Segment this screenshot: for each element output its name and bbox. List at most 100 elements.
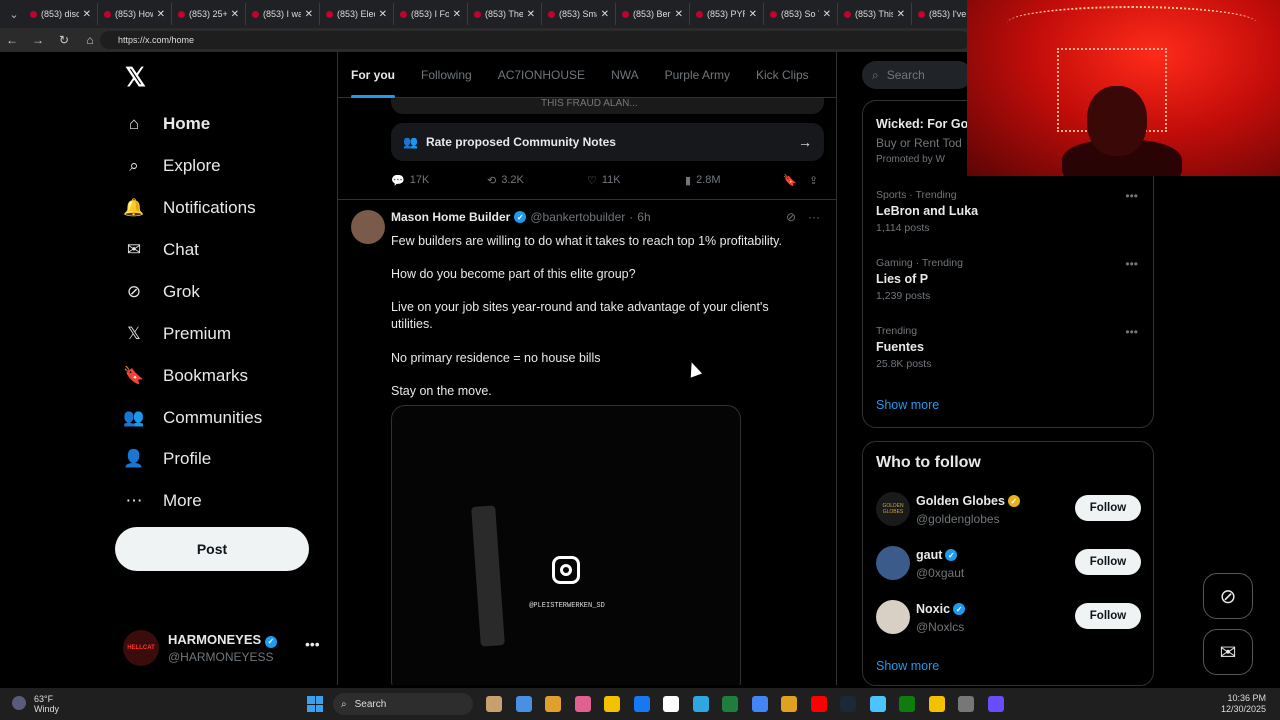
more-dots-icon[interactable]: ··· xyxy=(808,210,820,224)
grok-float-button[interactable]: ⊘ xyxy=(1203,573,1253,619)
browser-tab[interactable]: (853) disc ✕ xyxy=(24,3,98,25)
calculator-icon[interactable] xyxy=(722,696,738,712)
close-icon[interactable]: ✕ xyxy=(749,9,757,20)
bookmark-button[interactable]: 🔖 xyxy=(783,174,797,187)
x-logo[interactable]: 𝕏 xyxy=(125,62,146,93)
facebook-icon[interactable] xyxy=(633,696,650,712)
tweet-time[interactable]: 6h xyxy=(637,210,650,224)
taskbar-search[interactable]: ⌕ Search xyxy=(333,693,473,715)
youtube-icon[interactable] xyxy=(810,696,827,712)
steam-icon[interactable] xyxy=(840,696,856,712)
amazon-icon[interactable] xyxy=(663,696,679,712)
browser-tab[interactable]: (853) Elec ✕ xyxy=(320,3,394,25)
close-icon[interactable]: ✕ xyxy=(83,9,91,20)
windows-start-icon[interactable] xyxy=(307,696,323,712)
trend-item[interactable]: Trending Fuentes 25.8K posts ••• xyxy=(876,325,1146,370)
reload-icon[interactable]: ↻ xyxy=(58,33,70,47)
nav-item-more[interactable]: ⋯ More xyxy=(123,490,202,512)
nav-item-notifications[interactable]: 🔔 Notifications xyxy=(123,197,255,219)
obs-icon[interactable] xyxy=(987,696,1004,712)
reply-button[interactable]: 💬 17K xyxy=(391,174,429,187)
nav-item-bookmarks[interactable]: 🔖 Bookmarks xyxy=(123,365,248,387)
back-icon[interactable]: ← xyxy=(6,33,18,47)
nav-item-communities[interactable]: 👥 Communities xyxy=(123,407,262,429)
nav-item-grok[interactable]: ⊘ Grok xyxy=(123,281,200,303)
tab-nwa[interactable]: NWA xyxy=(598,52,652,98)
browser-tab[interactable]: (853) Sma ✕ xyxy=(542,3,616,25)
close-icon[interactable]: ✕ xyxy=(305,9,313,20)
suggested-account[interactable]: Noxic ✓ @Noxlcs Follow xyxy=(876,600,1146,636)
more-dots-icon[interactable]: ••• xyxy=(1125,325,1138,339)
follow-button[interactable]: Follow xyxy=(1075,549,1141,575)
community-notes-banner[interactable]: 👥 Rate proposed Community Notes → xyxy=(391,123,824,161)
close-icon[interactable]: ✕ xyxy=(675,9,683,20)
forward-icon[interactable]: → xyxy=(32,33,44,47)
show-more-link[interactable]: Show more xyxy=(876,659,939,673)
close-icon[interactable]: ✕ xyxy=(157,9,165,20)
trend-item[interactable]: Sports · Trending LeBron and Luka 1,114 po… xyxy=(876,189,1146,234)
post-button[interactable]: Post xyxy=(115,527,309,571)
tab-following[interactable]: Following xyxy=(408,52,485,98)
show-more-link[interactable]: Show more xyxy=(876,398,939,412)
avatar[interactable] xyxy=(876,546,910,580)
chrome-icon[interactable] xyxy=(751,696,768,712)
browser-tab[interactable]: (853) So Y ✕ xyxy=(764,3,838,25)
more-dots-icon[interactable]: ••• xyxy=(305,636,320,652)
more-dots-icon[interactable]: ••• xyxy=(1125,257,1138,271)
close-icon[interactable]: ✕ xyxy=(379,9,387,20)
tab-kick-clips[interactable]: Kick Clips xyxy=(743,52,822,98)
browser-tab[interactable]: (853) 25+ ✕ xyxy=(172,3,246,25)
xbox-icon[interactable] xyxy=(899,696,915,712)
suggested-account[interactable]: GOLDEN GLOBES Golden Globes ✓ @goldenglobes… xyxy=(876,492,1146,528)
system-clock[interactable]: 10:36 PM 12/30/2025 xyxy=(1220,693,1266,715)
messages-float-button[interactable]: ✉ xyxy=(1203,629,1253,675)
copilot-icon[interactable] xyxy=(515,696,532,712)
nav-item-profile[interactable]: 👤 Profile xyxy=(123,448,211,470)
close-icon[interactable]: ✕ xyxy=(601,9,609,20)
like-button[interactable]: ♡ 11K xyxy=(587,174,621,187)
app-icon[interactable] xyxy=(958,696,974,712)
tweet-video[interactable]: @PLEISTERWERKEN_SD xyxy=(391,405,741,685)
tab-purple-army[interactable]: Purple Army xyxy=(652,52,743,98)
mail-app-icon[interactable] xyxy=(604,696,620,712)
browser-tab[interactable]: (853) How ✕ xyxy=(98,3,172,25)
browser-tab[interactable]: (853) Bern ✕ xyxy=(616,3,690,25)
follow-button[interactable]: Follow xyxy=(1075,603,1141,629)
browser-tab[interactable]: (853) The ✕ xyxy=(468,3,542,25)
close-icon[interactable]: ✕ xyxy=(453,9,461,20)
close-icon[interactable]: ✕ xyxy=(231,9,239,20)
tab-ac7ionhouse[interactable]: AC7IONHOUSE xyxy=(485,52,598,98)
url-field[interactable]: https://x.com/home xyxy=(100,31,970,49)
previous-video-controls[interactable]: THIS FRAUD ALAN... xyxy=(391,98,824,114)
follow-button[interactable]: Follow xyxy=(1075,495,1141,521)
tweet-avatar[interactable] xyxy=(351,210,385,244)
browser-tab[interactable]: (853) This ✕ xyxy=(838,3,912,25)
close-icon[interactable]: ✕ xyxy=(823,9,831,20)
app-icon[interactable] xyxy=(781,696,797,712)
browser-tab[interactable]: (853) PYR ✕ xyxy=(690,3,764,25)
views-button[interactable]: ▮ 2.8M xyxy=(685,174,721,187)
suggested-account[interactable]: gaut ✓ @0xgaut Follow xyxy=(876,546,1146,582)
close-icon[interactable]: ✕ xyxy=(527,9,535,20)
more-dots-icon[interactable]: ••• xyxy=(1125,189,1138,203)
nav-item-home[interactable]: ⌂ Home xyxy=(123,113,210,135)
repost-button[interactable]: ⟲ 3.2K xyxy=(487,174,524,187)
home-page-icon[interactable]: ⌂ xyxy=(84,33,96,47)
trend-item[interactable]: Gaming · Trending Lies of P 1,239 posts ••• xyxy=(876,257,1146,302)
grok-icon[interactable]: ⊘ xyxy=(786,210,796,224)
app-icon[interactable] xyxy=(869,696,886,712)
tab-for-you[interactable]: For you xyxy=(338,52,408,98)
tab-list-dropdown[interactable]: ⌄ xyxy=(4,4,24,24)
account-switcher[interactable]: HELLCAT HARMONEYES ✓ @HARMONEYESS ••• xyxy=(123,628,333,668)
promo-title[interactable]: Wicked: For Go xyxy=(876,117,968,131)
sticky-notes-icon[interactable] xyxy=(928,696,945,712)
avatar[interactable] xyxy=(876,600,910,634)
nav-item-explore[interactable]: ⌕ Explore xyxy=(123,155,220,177)
share-button[interactable]: ⇪ xyxy=(809,174,818,187)
browser-tab[interactable]: (853) I wa ✕ xyxy=(246,3,320,25)
search-input[interactable]: ⌕ Search xyxy=(862,61,972,89)
close-icon[interactable]: ✕ xyxy=(897,9,905,20)
tweet-author-name[interactable]: Mason Home Builder xyxy=(391,210,510,224)
tweet-handle[interactable]: @bankertobuilder xyxy=(530,210,625,224)
avatar[interactable]: GOLDEN GLOBES xyxy=(876,492,910,526)
